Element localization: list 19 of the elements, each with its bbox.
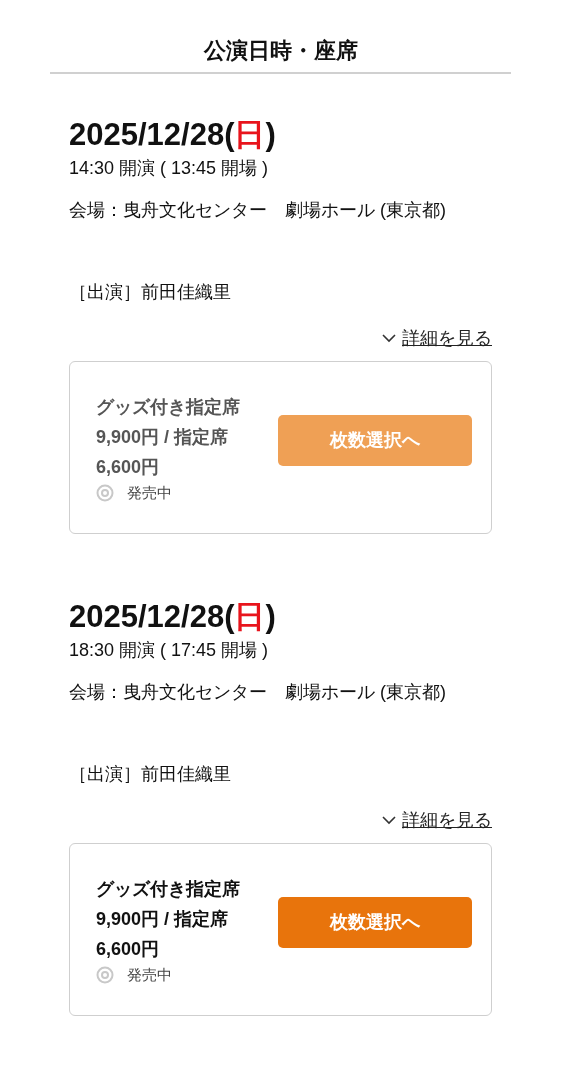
seat-price-text: グッズ付き指定席 9,900円 / 指定席 6,600円 — [96, 396, 241, 479]
seat-price-text: グッズ付き指定席 9,900円 / 指定席 6,600円 — [96, 878, 241, 961]
venue-text: 会場：曳舟文化センター 劇場ホール (東京都) — [69, 681, 447, 704]
details-link[interactable]: 詳細を見る — [382, 325, 492, 351]
double-circle-icon — [96, 484, 114, 502]
double-circle-icon — [96, 966, 114, 984]
details-link[interactable]: 詳細を見る — [382, 807, 492, 833]
cast-text: ［出演］前田佳織里 — [69, 281, 232, 304]
sale-status: 発売中 — [127, 483, 172, 503]
performance-time: 18:30 開演 ( 17:45 開場 ) — [69, 639, 270, 662]
chevron-down-icon — [382, 815, 396, 825]
performance-date: 2025/12/28(日) — [69, 598, 277, 636]
cast-text: ［出演］前田佳織里 — [69, 763, 232, 786]
venue-text: 会場：曳舟文化センター 劇場ホール (東京都) — [69, 199, 447, 222]
performance-date: 2025/12/28(日) — [69, 116, 277, 154]
sale-status: 発売中 — [127, 965, 172, 985]
chevron-down-icon — [382, 333, 396, 343]
performance-time: 14:30 開演 ( 13:45 開場 ) — [69, 157, 270, 180]
section-title: 公演日時・座席 — [203, 37, 358, 65]
